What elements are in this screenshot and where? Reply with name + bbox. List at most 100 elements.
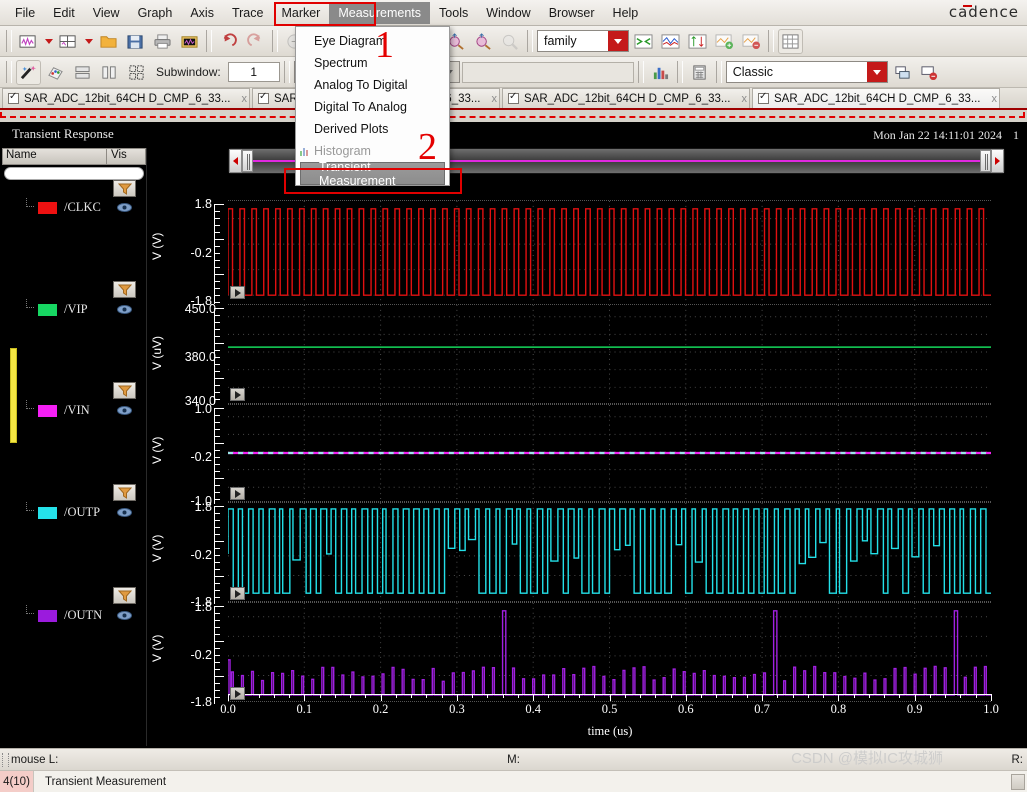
family-selector[interactable]: family bbox=[537, 30, 629, 52]
menu-window[interactable]: Window bbox=[477, 2, 539, 24]
grid-icon[interactable] bbox=[778, 28, 803, 54]
panel-expand-button-outp[interactable] bbox=[230, 587, 245, 600]
panel-expand-button-vin[interactable] bbox=[230, 487, 245, 500]
y-tick-vin-mid: -0.2 bbox=[190, 450, 212, 464]
panel-expand-button-clkc[interactable] bbox=[230, 286, 245, 299]
signal-filter-button-outn[interactable] bbox=[113, 587, 136, 604]
y-tick-clkc-mid: -0.2 bbox=[190, 246, 212, 260]
menu-help[interactable]: Help bbox=[604, 2, 648, 24]
menu-item-eye-diagram[interactable]: Eye Diagram bbox=[296, 30, 449, 52]
visibility-eye-icon-vip[interactable] bbox=[117, 304, 132, 315]
new-waveform-window-icon[interactable] bbox=[16, 29, 41, 54]
visibility-eye-icon-outp[interactable] bbox=[117, 507, 132, 518]
menu-item-analog-to-digital[interactable]: Analog To Digital bbox=[296, 74, 449, 96]
menu-measurements[interactable]: Measurements bbox=[329, 1, 431, 24]
zoom-y-icon[interactable] bbox=[471, 29, 496, 54]
add-trace-icon[interactable] bbox=[712, 29, 737, 54]
tab-close-icon[interactable]: x bbox=[485, 93, 497, 105]
tab-close-icon[interactable]: x bbox=[235, 93, 247, 105]
signal-filter-button-clkc[interactable] bbox=[113, 180, 136, 197]
tab-waveform-1[interactable]: SAR_ADC_12bit_64CH D_CMP_6_33... x bbox=[2, 88, 250, 108]
x-tick-label: 0.8 bbox=[830, 702, 847, 716]
signal-selection-indicator bbox=[10, 348, 17, 443]
menu-item-digital-to-analog[interactable]: Digital To Analog bbox=[296, 96, 449, 118]
menu-axis[interactable]: Axis bbox=[181, 2, 223, 24]
tab-checkbox[interactable] bbox=[758, 91, 769, 104]
style-selector[interactable]: Classic bbox=[725, 61, 888, 83]
family-dropdown-arrow[interactable] bbox=[608, 31, 628, 51]
style-selector-value: Classic bbox=[732, 65, 774, 79]
save-icon[interactable] bbox=[123, 29, 148, 54]
palette-icon[interactable] bbox=[43, 60, 68, 85]
signal-filter-button-vip[interactable] bbox=[113, 281, 136, 298]
x-tick-label: 0.5 bbox=[601, 702, 618, 716]
menu-tools[interactable]: Tools bbox=[430, 2, 477, 24]
tab-waveform-4[interactable]: SAR_ADC_12bit_64CH D_CMP_6_33... x bbox=[752, 88, 1000, 108]
menu-view[interactable]: View bbox=[84, 2, 129, 24]
y-tick-vip-mid: 380.0 bbox=[184, 350, 216, 364]
x-tick-label: 1.0 bbox=[983, 702, 999, 716]
scroll-left-button[interactable] bbox=[229, 149, 242, 173]
print-icon[interactable] bbox=[150, 29, 175, 54]
annotation-icon[interactable] bbox=[890, 60, 915, 85]
grid-layout-icon[interactable] bbox=[124, 60, 149, 85]
signal-filter-button-vin[interactable] bbox=[113, 382, 136, 399]
refresh-trace-icon[interactable] bbox=[739, 29, 764, 54]
window-resize-grip[interactable] bbox=[1011, 774, 1025, 790]
new-window-dropdown-arrow[interactable] bbox=[43, 30, 54, 52]
visibility-eye-icon-clkc[interactable] bbox=[117, 202, 132, 213]
strips-icon[interactable] bbox=[70, 60, 95, 85]
histogram-icon[interactable] bbox=[648, 60, 673, 85]
menu-edit[interactable]: Edit bbox=[44, 2, 84, 24]
menu-item-spectrum[interactable]: Spectrum bbox=[296, 52, 449, 74]
menu-marker[interactable]: Marker bbox=[272, 2, 329, 24]
new-subwindow-icon[interactable] bbox=[56, 29, 81, 54]
y-tick-clkc-max: 1.8 bbox=[194, 197, 212, 211]
new-subwindow-dropdown-arrow[interactable] bbox=[83, 30, 94, 52]
visibility-eye-icon-vin[interactable] bbox=[117, 405, 132, 416]
scroll-left-grip[interactable] bbox=[242, 150, 253, 172]
plot-canvas-outn[interactable] bbox=[228, 602, 991, 702]
snapshot-icon[interactable] bbox=[177, 29, 202, 54]
menu-file[interactable]: File bbox=[6, 2, 44, 24]
signal-search-input[interactable] bbox=[4, 167, 144, 180]
scroll-right-button[interactable] bbox=[991, 149, 1004, 173]
tab-close-icon[interactable]: x bbox=[735, 93, 747, 105]
zoom-region-icon[interactable] bbox=[498, 29, 523, 54]
tab-checkbox[interactable] bbox=[8, 91, 19, 104]
strip-chart-icon[interactable] bbox=[658, 29, 683, 54]
menu-item-transient-measurement[interactable]: Transient Measurement bbox=[300, 160, 445, 188]
subwindow-input[interactable]: 1 bbox=[227, 62, 280, 82]
signal-item-vip[interactable]: /VIP bbox=[38, 302, 88, 317]
signal-list-header: Name Vis bbox=[2, 148, 146, 165]
data-point-field[interactable] bbox=[461, 61, 634, 83]
style-dropdown-arrow[interactable] bbox=[866, 62, 887, 82]
swap-axes-icon[interactable] bbox=[631, 29, 656, 54]
menu-trace[interactable]: Trace bbox=[223, 2, 273, 24]
signal-item-vin[interactable]: /VIN bbox=[38, 403, 90, 418]
panel-expand-button-outn[interactable] bbox=[230, 687, 245, 700]
tab-close-icon[interactable]: x bbox=[985, 93, 997, 105]
panel-expand-button-vip[interactable] bbox=[230, 388, 245, 401]
signal-item-outn[interactable]: /OUTN bbox=[38, 608, 102, 623]
histogram-icon bbox=[299, 145, 311, 157]
tab-checkbox[interactable] bbox=[508, 91, 519, 104]
tab-waveform-3[interactable]: SAR_ADC_12bit_64CH D_CMP_6_33... x bbox=[502, 88, 750, 108]
columns-icon[interactable] bbox=[97, 60, 122, 85]
magic-wand-icon[interactable] bbox=[16, 59, 41, 85]
signal-item-outp[interactable]: /OUTP bbox=[38, 505, 100, 520]
calculator-icon[interactable] bbox=[687, 60, 712, 85]
hide-annotation-icon[interactable] bbox=[917, 60, 942, 85]
tab-checkbox[interactable] bbox=[258, 91, 269, 104]
menu-browser[interactable]: Browser bbox=[540, 2, 604, 24]
visibility-eye-icon-outn[interactable] bbox=[117, 610, 132, 621]
menu-item-derived-plots[interactable]: Derived Plots bbox=[296, 118, 449, 140]
signal-item-clkc[interactable]: /CLKC bbox=[38, 200, 101, 215]
split-trace-icon[interactable] bbox=[685, 29, 710, 54]
menu-graph[interactable]: Graph bbox=[129, 2, 182, 24]
signal-filter-button-outp[interactable] bbox=[113, 484, 136, 501]
redo-icon[interactable] bbox=[243, 29, 268, 54]
undo-icon[interactable] bbox=[216, 29, 241, 54]
open-folder-icon[interactable] bbox=[96, 29, 121, 54]
scroll-right-grip[interactable] bbox=[980, 150, 991, 172]
